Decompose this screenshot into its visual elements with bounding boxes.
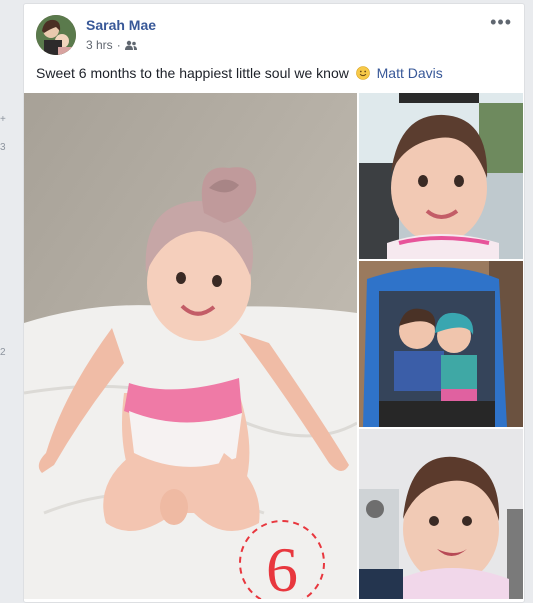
post-header: Sarah Mae 3 hrs · ••• — [36, 13, 512, 57]
avatar-photo — [36, 15, 76, 55]
photo-baby-smiling[interactable] — [359, 429, 523, 599]
post-meta: 3 hrs · — [86, 38, 137, 52]
photo-kids-stroller[interactable] — [359, 261, 523, 427]
milestone-number: 6 — [266, 534, 298, 599]
photo-grid: 6 — [24, 93, 524, 601]
friends-icon[interactable] — [124, 40, 137, 50]
more-options-button[interactable]: ••• — [490, 13, 512, 31]
post-message: Sweet 6 months to the happiest little so… — [36, 65, 443, 81]
gutter-mark-plus: + — [0, 114, 6, 125]
avatar[interactable] — [36, 15, 76, 55]
photo-baby-car-seat[interactable] — [359, 93, 523, 259]
author-name[interactable]: Sarah Mae — [86, 17, 156, 33]
post-card: Sarah Mae 3 hrs · ••• Sweet 6 months to … — [23, 3, 525, 603]
slightly-smiling-face-icon — [355, 66, 370, 80]
main-photo[interactable]: 6 — [24, 93, 357, 599]
left-gutter: + 3 2 — [0, 0, 22, 595]
gutter-mark-3: 3 — [0, 142, 6, 153]
gutter-mark-2: 2 — [0, 347, 6, 358]
meta-separator: · — [116, 38, 121, 52]
post-text: Sweet 6 months to the happiest little so… — [36, 65, 349, 81]
post-time[interactable]: 3 hrs — [86, 38, 113, 52]
mention-link[interactable]: Matt Davis — [377, 65, 443, 81]
